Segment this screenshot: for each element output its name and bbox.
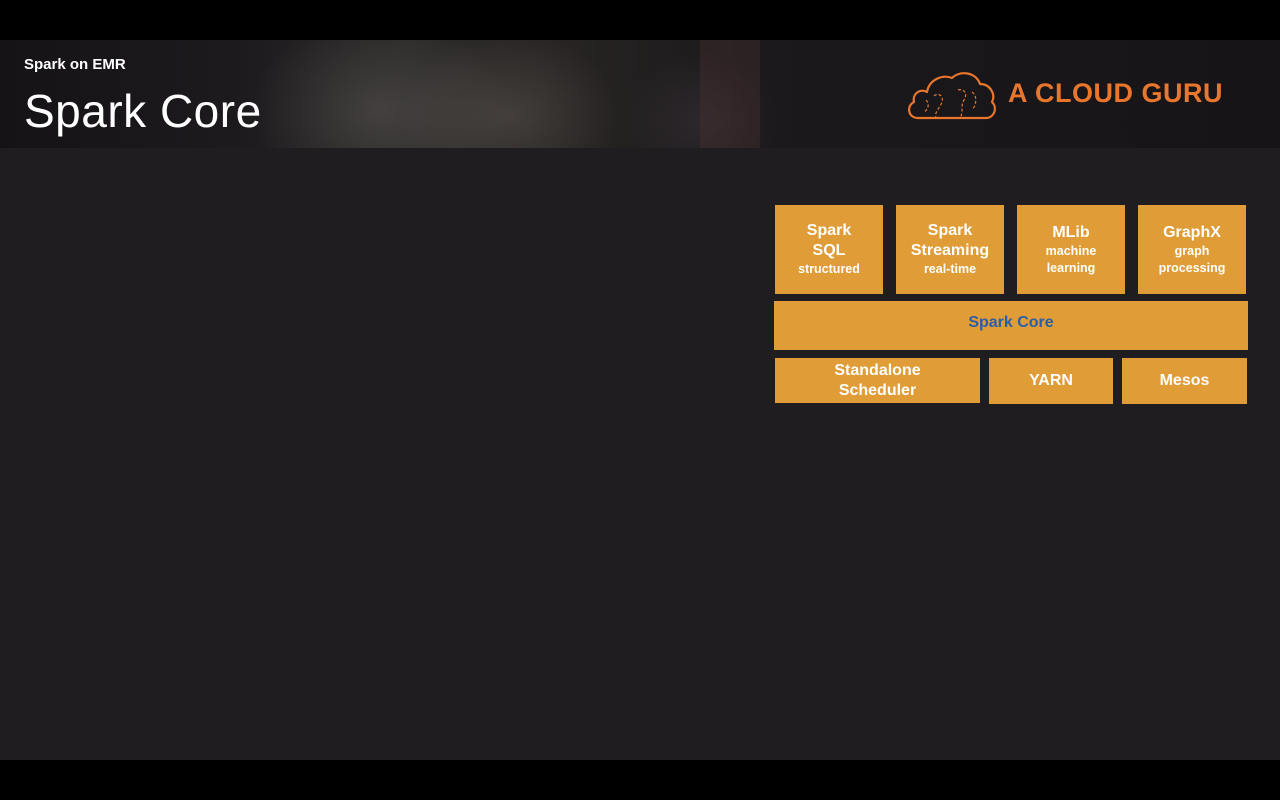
section-subtitle: Spark on EMR [24, 56, 126, 73]
block-mesos: Mesos [1122, 358, 1247, 404]
block-title: YARN [1029, 372, 1073, 389]
block-title: GraphX [1163, 223, 1221, 241]
page-title: Spark Core [24, 85, 262, 137]
block-title: Spark Core [968, 314, 1054, 331]
block-subtitle: processing [1158, 260, 1226, 275]
brand-logo: A CLOUD GURU [904, 66, 1244, 122]
block-title: Streaming [910, 242, 990, 259]
cloud-logo-icon [908, 72, 996, 120]
block-title: Mesos [1159, 372, 1210, 389]
block-subtitle: real-time [923, 262, 977, 276]
slide: Spark on EMR Spark Core A CLOUD GURU Spa… [0, 40, 1280, 760]
block-graphx: GraphX graph processing [1138, 205, 1246, 294]
block-subtitle: learning [1046, 260, 1096, 275]
header-band: Spark on EMR Spark Core A CLOUD GURU [0, 40, 1280, 148]
background-photo [400, 40, 620, 148]
block-title: Spark [806, 222, 852, 239]
brand-name: A CLOUD GURU [1008, 78, 1223, 108]
block-subtitle: machine [1045, 243, 1097, 258]
block-subtitle: structured [798, 262, 860, 276]
block-title: Standalone [834, 361, 921, 379]
block-title: Spark [927, 222, 973, 239]
letterbox-top [0, 0, 1280, 40]
block-title: Scheduler [838, 381, 917, 399]
block-spark-streaming: Spark Streaming real-time [896, 205, 1004, 294]
block-standalone-scheduler: Standalone Scheduler [775, 358, 980, 403]
block-title: SQL [812, 242, 846, 259]
letterbox-bottom [0, 760, 1280, 800]
background-photo [700, 40, 760, 148]
block-spark-sql: Spark SQL structured [775, 205, 883, 294]
block-mlib: MLib machine learning [1017, 205, 1125, 294]
block-spark-core: Spark Core [774, 301, 1248, 350]
block-subtitle: graph [1174, 243, 1210, 258]
block-yarn: YARN [989, 358, 1113, 404]
block-title: MLib [1052, 223, 1090, 241]
